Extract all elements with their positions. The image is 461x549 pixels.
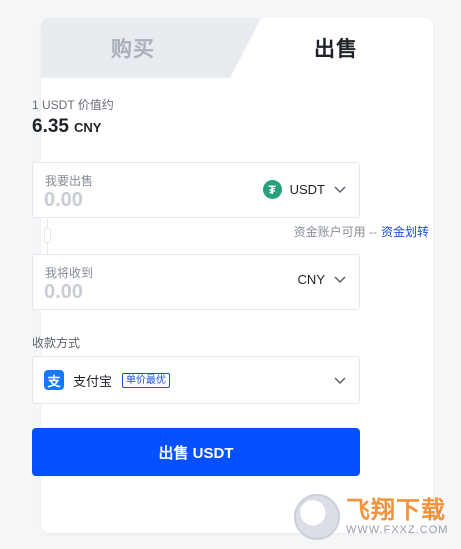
fund-transfer-link[interactable]: 资金划转 <box>381 223 429 240</box>
receive-amount-input[interactable] <box>44 279 194 305</box>
payment-method-name: 支付宝 <box>73 373 113 389</box>
receive-currency-select[interactable]: CNY <box>298 272 347 287</box>
chevron-down-icon <box>333 273 347 287</box>
price-value: 6.35 <box>32 116 69 137</box>
sell-usdt-button[interactable]: 出售 USDT <box>32 428 360 476</box>
watermark-url: WWW.FXXZ.COM <box>346 523 449 536</box>
tab-buy[interactable]: 购买 <box>41 18 261 78</box>
chevron-down-icon <box>333 183 347 197</box>
price-label: 1 USDT 价值约 <box>32 98 114 112</box>
sell-amount-field: 我要出售 ₮ USDT <box>32 162 360 218</box>
receive-currency-label: CNY <box>297 272 325 287</box>
alipay-icon: 支 <box>44 370 64 390</box>
sell-amount-input[interactable] <box>44 187 194 213</box>
receive-amount-field: 我将收到 CNY <box>32 254 360 310</box>
price-row: 6.35 CNY <box>32 116 101 138</box>
tab-sell[interactable]: 出售 <box>281 18 391 78</box>
available-balance-text: 资金账户可用 -- <box>293 225 377 239</box>
trade-tabs: 购买 出售 <box>41 18 433 78</box>
sell-currency-select[interactable]: ₮ USDT <box>262 180 347 199</box>
price-unit: CNY <box>73 120 102 135</box>
watermark-text: 飞翔下载 WWW.FXXZ.COM <box>346 496 449 536</box>
tether-icon: ₮ <box>262 180 282 199</box>
connector-knob <box>44 228 51 243</box>
best-price-badge: 单价最优 <box>122 372 171 388</box>
available-balance-row: 资金账户可用 -- 资金划转 <box>294 223 429 240</box>
watermark-logo-icon <box>294 494 340 540</box>
sell-currency-label: USDT <box>289 182 325 197</box>
payment-method-select[interactable]: 支 支付宝 单价最优 <box>32 356 360 404</box>
site-watermark: 飞翔下载 WWW.FXXZ.COM <box>294 491 461 543</box>
watermark-title: 飞翔下载 <box>346 496 446 524</box>
payment-method-label: 收款方式 <box>32 336 81 350</box>
chevron-down-icon <box>333 374 347 388</box>
